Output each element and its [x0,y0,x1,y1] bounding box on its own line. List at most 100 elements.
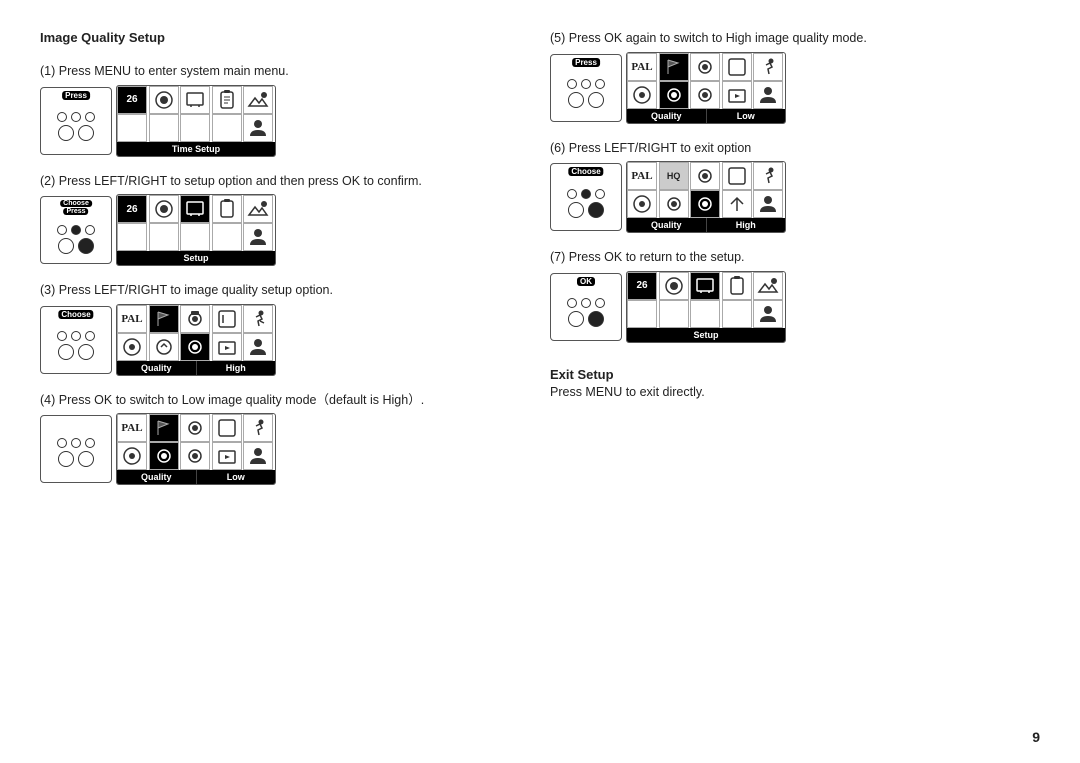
remote-7-buttons [567,298,605,327]
cell2-2-3 [180,223,210,251]
cell7-2-4 [722,300,752,328]
cell-2-3 [180,114,210,142]
step-3: (3) Press LEFT/RIGHT to image quality se… [40,282,530,376]
step-6-diagram: Choose [550,161,1040,233]
cell6-pal: PAL [627,162,657,190]
cell4-2-1 [117,442,147,470]
choose-label: Choose [60,200,92,207]
btn-small-3 [85,112,95,122]
remote-3-row2 [58,344,94,360]
step-1-number: (1) [40,64,55,78]
cell7-1-2 [659,272,689,300]
step-3-diagram: Choose [40,304,530,376]
cell5-2-3 [690,81,720,109]
step-5: (5) Press OK again to switch to High ima… [550,30,1040,124]
menu-3-grid: PAL [117,305,275,361]
remote-7-label: OK [577,277,595,286]
section-title: Image Quality Setup [40,30,530,45]
right-column: (5) Press OK again to switch to High ima… [550,30,1040,743]
cell7-1-5 [753,272,783,300]
menu-1-footer: Time Setup [117,142,275,156]
remote-1-row1 [57,112,95,122]
cell4-flag [149,414,179,442]
remote-4-row2 [58,451,94,467]
menu-2-footer-text: Setup [117,251,275,265]
menu-7: 26 [626,271,786,343]
cell5-e [722,53,752,81]
press-label: Press [63,208,88,215]
menu-5-footer: Quality Low [627,109,785,123]
btn-small-1 [57,112,67,122]
cell2-1-5 [243,195,273,223]
cell3-pal: PAL [117,305,147,333]
step-7-label: Press OK to return to the setup. [569,250,745,264]
remote-3-buttons [57,331,95,360]
step-4: (4) Press OK to switch to Low image qual… [40,392,530,486]
cell5-run [753,53,783,81]
cell2-1-4 [212,195,242,223]
menu-5-grid: PAL [627,53,785,109]
remote-3-label: Choose [58,310,93,319]
menu-4-grid: PAL [117,414,275,470]
cell3-2-1 [117,333,147,361]
remote-6: Choose [550,163,622,231]
btn-l2 [78,238,94,254]
menu-3-footer: Quality High [117,361,275,375]
step-5-label: Press OK again to switch to High image q… [569,31,867,45]
cell2-1-3 [180,195,210,223]
cell-2-4 [212,114,242,142]
remote-3: Choose [40,306,112,374]
cell6-2-4 [722,190,752,218]
cell-1-3 [180,86,210,114]
cell6-2-1 [627,190,657,218]
remote-7: OK [550,273,622,341]
cell5-2-4 [722,81,752,109]
step-1-label: Press MENU to enter system main menu. [59,64,289,78]
menu-6-footer-right: High [707,218,786,232]
step-4-label: Press OK to switch to Low image quality … [59,393,424,407]
cell2-2-5 [243,223,273,251]
cell4-2-4 [212,442,242,470]
step-6: (6) Press LEFT/RIGHT to exit option Choo… [550,140,1040,234]
cell5-pal: PAL [627,53,657,81]
menu-1-grid: 26 [117,86,275,142]
step-1-diagram: Press [40,85,530,157]
btn-s1 [57,225,67,235]
cell2-2-2 [149,223,179,251]
cell-1-2 [149,86,179,114]
cell5-flag [659,53,689,81]
cell6-2-5 [753,190,783,218]
cell5-2-5 [753,81,783,109]
cell7-1-1: 26 [627,272,657,300]
cell-2-1 [117,114,147,142]
cell6-run [753,162,783,190]
cell2-1-1: 26 [117,195,147,223]
cell3-2-2 [149,333,179,361]
menu-3-footer-left: Quality [117,361,197,375]
cell6-e [722,162,752,190]
remote-5: Press [550,54,622,122]
step-2-label: Press LEFT/RIGHT to setup option and the… [59,174,422,188]
remote-2: Choose Press [40,196,112,264]
cell2-2-1 [117,223,147,251]
menu-6-footer-left: Quality [627,218,707,232]
cell-2-5 [243,114,273,142]
step-3-text: (3) Press LEFT/RIGHT to image quality se… [40,282,530,300]
cell5-2-1 [627,81,657,109]
remote-4 [40,415,112,483]
menu-5-footer-left: Quality [627,109,707,123]
cell4-2-2 [149,442,179,470]
page-number: 9 [1032,729,1040,745]
left-column: Image Quality Setup (1) Press MENU to en… [40,30,530,743]
cell-1-4 [212,86,242,114]
step-4-text: (4) Press OK to switch to Low image qual… [40,392,530,410]
btn-s3 [85,225,95,235]
cell4-2-5 [243,442,273,470]
menu-7-footer-text: Setup [627,328,785,342]
step-6-text: (6) Press LEFT/RIGHT to exit option [550,140,1040,158]
menu-7-grid: 26 [627,272,785,328]
step-2: (2) Press LEFT/RIGHT to setup option and… [40,173,530,267]
cell7-2-2 [659,300,689,328]
step-2-diagram: Choose Press [40,194,530,266]
remote-1-buttons [57,112,95,141]
